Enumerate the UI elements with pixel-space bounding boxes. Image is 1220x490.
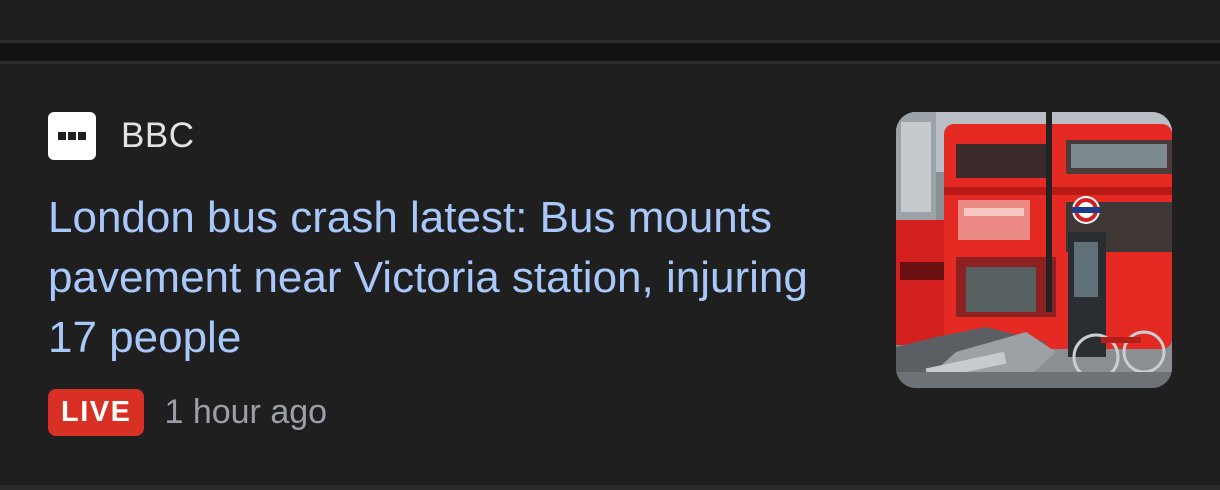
live-badge: LIVE <box>48 388 145 436</box>
article-headline[interactable]: London bus crash latest: Bus mounts pave… <box>48 188 868 368</box>
source-row: BBC <box>48 112 194 160</box>
previous-card-bottom <box>0 0 1220 40</box>
bbc-logo-icon <box>48 112 96 160</box>
timestamp: 1 hour ago <box>164 392 328 431</box>
news-article-card[interactable]: BBC London bus crash latest: Bus mounts … <box>0 64 1220 485</box>
divider <box>0 485 1220 490</box>
meta-row: LIVE 1 hour ago <box>48 388 327 436</box>
article-thumbnail[interactable] <box>896 112 1172 388</box>
source-name: BBC <box>121 116 195 155</box>
card-gap <box>0 43 1220 61</box>
